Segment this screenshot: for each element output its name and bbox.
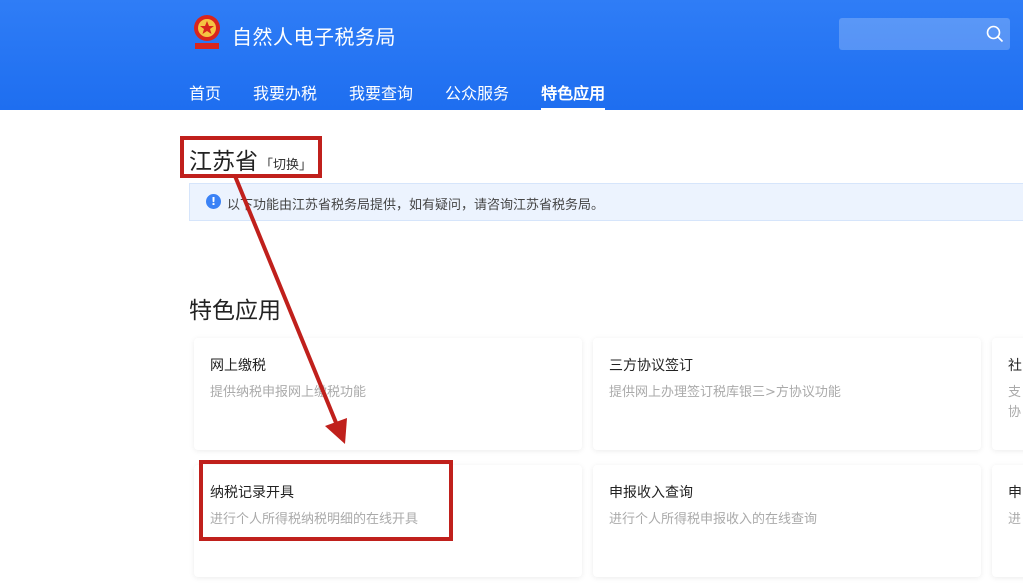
section-title: 特色应用 (189, 298, 281, 324)
card-tripartite-agreement[interactable]: 三方协议签订 提供网上办理签订税库银三>方协议功能 (593, 338, 981, 450)
card-title: 社 (1008, 358, 1022, 374)
nav-public-service[interactable]: 公众服务 (445, 80, 509, 110)
nav-home[interactable]: 首页 (189, 80, 221, 110)
card-desc-line: 支 (1008, 385, 1022, 400)
site-title[interactable]: 自然人电子税务局 (232, 21, 396, 50)
card-desc: 进 (1008, 512, 1022, 527)
card-desc: 支 协 (1008, 383, 1021, 423)
card-title: 三方协议签订 (609, 358, 693, 374)
card-social-partial[interactable]: 社 支 协 (992, 338, 1023, 450)
search-icon[interactable] (986, 25, 1004, 43)
card-partial[interactable]: 申 进 (992, 465, 1023, 577)
notice-text: 以下功能由江苏省税务局提供，如有疑问，请咨询江苏省税务局。 (227, 198, 605, 213)
card-title: 网上缴税 (210, 358, 266, 374)
card-desc-line: 协 (1008, 405, 1022, 420)
card-income-query[interactable]: 申报收入查询 进行个人所得税申报收入的在线查询 (593, 465, 981, 577)
nav-featured-apps[interactable]: 特色应用 (541, 80, 606, 110)
card-desc: 提供纳税申报网上缴税功能 (210, 385, 367, 400)
info-icon: ! (206, 194, 221, 209)
card-title: 申 (1008, 485, 1022, 501)
annotation-highlight-box (180, 136, 322, 178)
card-desc: 提供网上办理签订税库银三>方协议功能 (609, 385, 841, 400)
nav-query[interactable]: 我要查询 (349, 80, 413, 110)
tax-emblem-icon[interactable] (190, 13, 224, 53)
main-nav: 首页 我要办税 我要查询 公众服务 特色应用 (189, 80, 637, 110)
annotation-highlight-box (199, 460, 453, 541)
search-input[interactable] (839, 18, 1010, 50)
card-desc: 进行个人所得税申报收入的在线查询 (609, 512, 818, 527)
notice-banner: ! 以下功能由江苏省税务局提供，如有疑问，请咨询江苏省税务局。 (189, 183, 1023, 221)
nav-tax-handling[interactable]: 我要办税 (253, 80, 317, 110)
card-online-tax-payment[interactable]: 网上缴税 提供纳税申报网上缴税功能 (194, 338, 582, 450)
card-title: 申报收入查询 (609, 485, 693, 501)
header-bar: 自然人电子税务局 首页 我要办税 我要查询 公众服务 特色应用 (0, 0, 1023, 110)
search-box[interactable] (839, 18, 1010, 50)
